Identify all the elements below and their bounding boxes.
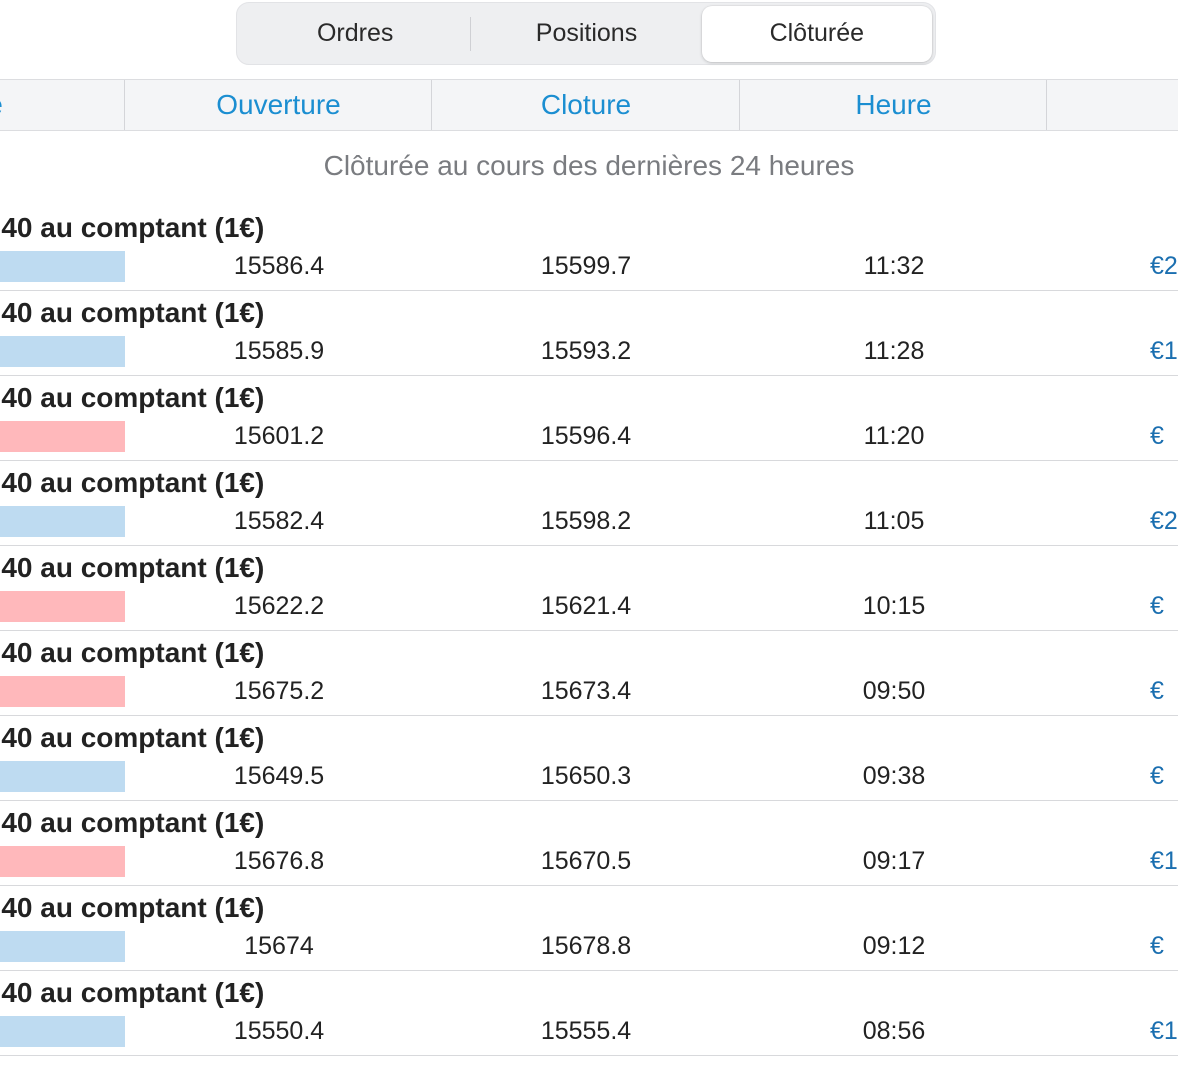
column-header-label: Ouverture <box>216 89 341 120</box>
column-header-close[interactable]: Cloture <box>432 80 740 130</box>
list-item[interactable]: e 40 au comptant (1€) 15585.9 15593.2 11:28… <box>0 291 1178 376</box>
closed-positions-list: e 40 au comptant (1€) 15586.4 15599.7 11:32… <box>0 206 1178 1056</box>
open-price: 15676.8 <box>233 847 325 875</box>
section-caption: Clôturée au cours des dernières 24 heure… <box>323 150 855 181</box>
close-price: 15555.4 <box>540 1017 632 1045</box>
open-price: 15622.2 <box>233 592 325 620</box>
list-item[interactable]: e 40 au comptant (1€) 15622.2 15621.4 10:15… <box>0 546 1178 631</box>
tab-positions[interactable]: Positions <box>471 6 701 62</box>
open-price: 15649.5 <box>233 762 325 790</box>
open-price: 15582.4 <box>233 507 325 535</box>
direction-buy-indicator <box>0 506 125 537</box>
list-item[interactable]: e 40 au comptant (1€) 15586.4 15599.7 11:32… <box>0 206 1178 291</box>
direction-buy-indicator <box>0 931 125 962</box>
close-time: 10:15 <box>862 592 926 620</box>
market-name: e 40 au comptant (1€) <box>0 722 265 753</box>
close-price: 15599.7 <box>540 252 632 280</box>
column-header-label: Heure <box>855 89 932 120</box>
market-name: e 40 au comptant (1€) <box>0 807 265 838</box>
close-time: 11:20 <box>863 422 925 450</box>
tab-ordres[interactable]: Ordres <box>240 6 470 62</box>
tab-label: Ordres <box>316 19 394 47</box>
close-time: 11:05 <box>863 507 925 535</box>
segmented-control: Ordres Positions Clôturée <box>236 2 936 65</box>
market-name: e 40 au comptant (1€) <box>0 297 265 328</box>
close-price: 15598.2 <box>540 507 632 535</box>
market-name: e 40 au comptant (1€) <box>0 637 265 668</box>
direction-buy-indicator <box>0 251 125 282</box>
close-time: 11:28 <box>863 337 925 365</box>
open-price: 15550.4 <box>233 1017 325 1045</box>
list-item[interactable]: e 40 au comptant (1€) 15582.4 15598.2 11:05… <box>0 461 1178 546</box>
list-item[interactable]: e 40 au comptant (1€) 15550.4 15555.4 08:56… <box>0 971 1178 1056</box>
close-price: 15593.2 <box>540 337 632 365</box>
list-item[interactable]: e 40 au comptant (1€) 15601.2 15596.4 11:20… <box>0 376 1178 461</box>
close-time: 09:12 <box>862 932 926 960</box>
column-header-market[interactable]: e <box>0 80 10 130</box>
column-header-bar: e Ouverture Cloture Heure <box>0 79 1178 131</box>
profit-loss: €1 <box>1150 1017 1178 1045</box>
close-time: 09:17 <box>862 847 926 875</box>
direction-sell-indicator <box>0 846 125 877</box>
list-item[interactable]: e 40 au comptant (1€) 15675.2 15673.4 09:50… <box>0 631 1178 716</box>
open-price: 15601.2 <box>233 422 325 450</box>
profit-loss: € <box>1150 762 1164 790</box>
direction-buy-indicator <box>0 1016 125 1047</box>
market-name: e 40 au comptant (1€) <box>0 977 265 1008</box>
list-item[interactable]: e 40 au comptant (1€) 15649.5 15650.3 09:38… <box>0 716 1178 801</box>
market-name: e 40 au comptant (1€) <box>0 382 265 413</box>
direction-sell-indicator <box>0 676 125 707</box>
close-price: 15678.8 <box>540 932 632 960</box>
tab-label: Clôturée <box>769 19 865 47</box>
direction-sell-indicator <box>0 591 125 622</box>
column-header-label: Cloture <box>540 89 632 120</box>
column-divider <box>1046 80 1047 130</box>
close-time: 09:50 <box>862 677 926 705</box>
profit-loss: € <box>1150 422 1164 450</box>
market-name: e 40 au comptant (1€) <box>0 212 265 243</box>
column-header-label: e <box>0 89 3 121</box>
profit-loss: €1 <box>1150 847 1178 875</box>
market-name: e 40 au comptant (1€) <box>0 467 265 498</box>
profit-loss: €2 <box>1150 252 1178 280</box>
column-header-time[interactable]: Heure <box>740 80 1047 130</box>
market-name: e 40 au comptant (1€) <box>0 892 265 923</box>
direction-buy-indicator <box>0 336 125 367</box>
open-price: 15585.9 <box>233 337 325 365</box>
close-price: 15596.4 <box>540 422 632 450</box>
profit-loss: € <box>1150 932 1164 960</box>
profit-loss: € <box>1150 592 1164 620</box>
close-price: 15670.5 <box>540 847 632 875</box>
open-price: 15586.4 <box>233 252 325 280</box>
close-time: 11:32 <box>863 252 925 280</box>
close-time: 09:38 <box>862 762 926 790</box>
list-item[interactable]: e 40 au comptant (1€) 15676.8 15670.5 09:17… <box>0 801 1178 886</box>
open-price: 15675.2 <box>233 677 325 705</box>
profit-loss: €1 <box>1150 337 1178 365</box>
open-price: 15674 <box>244 932 314 960</box>
close-price: 15673.4 <box>540 677 632 705</box>
direction-sell-indicator <box>0 421 125 452</box>
close-time: 08:56 <box>862 1017 926 1045</box>
direction-buy-indicator <box>0 761 125 792</box>
tab-label: Positions <box>535 19 638 47</box>
list-item[interactable]: e 40 au comptant (1€) 15674 15678.8 09:12 € <box>0 886 1178 971</box>
close-price: 15621.4 <box>540 592 632 620</box>
profit-loss: €2 <box>1150 507 1178 535</box>
market-name: e 40 au comptant (1€) <box>0 552 265 583</box>
tab-cloturee[interactable]: Clôturée <box>701 5 932 62</box>
column-header-open[interactable]: Ouverture <box>125 80 432 130</box>
profit-loss: € <box>1150 677 1164 705</box>
close-price: 15650.3 <box>540 762 632 790</box>
